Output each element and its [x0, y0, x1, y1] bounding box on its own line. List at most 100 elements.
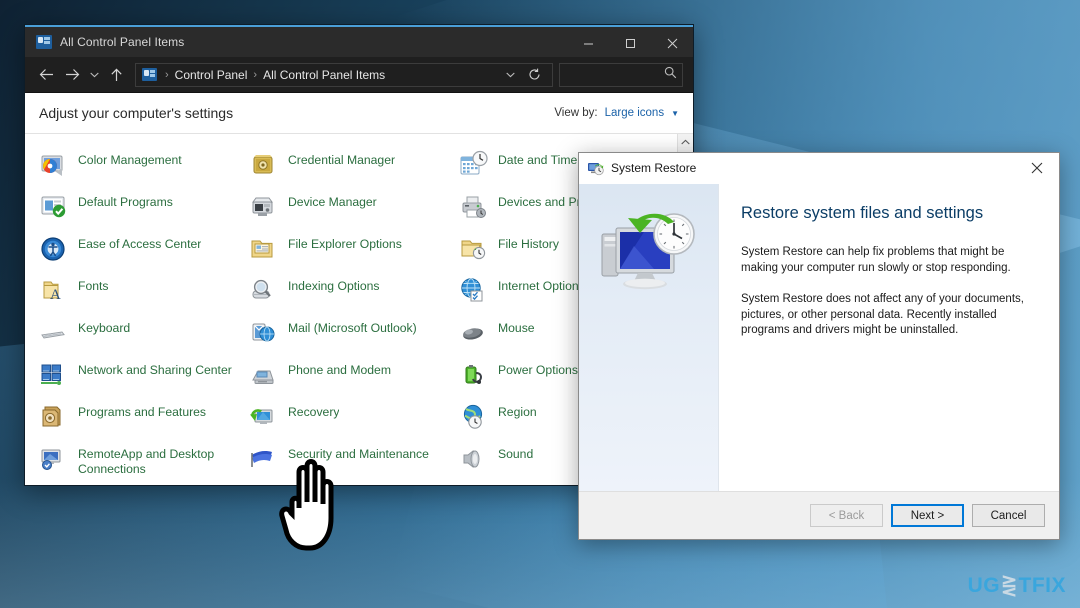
partial-item-icon-left — [39, 134, 249, 146]
close-icon[interactable] — [651, 27, 693, 59]
control-panel-header: Adjust your computer's settings View by:… — [25, 93, 693, 133]
address-bar[interactable]: › Control Panel › All Control Panel Item… — [135, 62, 553, 87]
dialog-main: Restore system files and settings System… — [719, 184, 1059, 491]
breadcrumb-separator: › — [253, 68, 258, 81]
partial-item-icon-right: (Windows 7) — [459, 134, 669, 146]
control-panel-icon — [142, 68, 157, 81]
dialog-heading: Restore system files and settings — [741, 204, 984, 222]
mail-icon — [249, 318, 279, 348]
power-options-icon — [459, 360, 489, 390]
breadcrumb-separator: › — [165, 68, 169, 81]
region-icon — [459, 402, 489, 432]
window-title: All Control Panel Items — [60, 35, 185, 49]
cancel-button[interactable]: Cancel — [972, 504, 1045, 527]
indexing-options-icon — [249, 276, 279, 306]
refresh-icon[interactable] — [522, 64, 546, 86]
control-panel-item-phone-and-modem[interactable]: Phone and Modem — [249, 356, 459, 398]
control-panel-item-label: Internet Options — [498, 279, 585, 293]
view-by-control[interactable]: View by: Large icons ▼ — [554, 107, 679, 119]
control-panel-item-ease-of-access[interactable]: Ease of Access Center — [39, 230, 249, 272]
search-icon[interactable] — [664, 66, 677, 84]
window-controls — [567, 27, 693, 59]
programs-and-features-icon — [39, 402, 69, 432]
date-and-time-icon — [459, 150, 489, 180]
default-programs-icon — [39, 192, 69, 222]
control-panel-item-label: Network and Sharing Center — [78, 363, 232, 377]
internet-options-icon — [459, 276, 489, 306]
control-panel-item-mail[interactable]: Mail (Microsoft Outlook) — [249, 314, 459, 356]
desktop: All Control Panel Items › Control Panel … — [0, 0, 1080, 608]
control-panel-item-label: Power Options — [498, 363, 578, 377]
control-panel-item-label: RemoteApp and Desktop Connections — [78, 447, 215, 476]
control-panel-item-color-management[interactable]: Color Management — [39, 146, 249, 188]
control-panel-item-keyboard[interactable]: Keyboard — [39, 314, 249, 356]
forward-arrow-icon[interactable] — [59, 61, 85, 89]
watermark-part2: TFIX — [1018, 574, 1066, 597]
sound-icon — [459, 444, 489, 474]
control-panel-item-label: Credential Manager — [288, 153, 396, 167]
minimize-icon[interactable] — [567, 27, 609, 59]
ugetfix-watermark: UG ⋛ TFIX — [968, 574, 1066, 598]
control-panel-item-label: Phone and Modem — [288, 363, 391, 377]
control-panel-item-label: Date and Time — [498, 153, 578, 167]
watermark-glyph: ⋛ — [1001, 575, 1018, 597]
color-management-icon — [39, 150, 69, 180]
control-panel-item-label: Recovery — [288, 405, 340, 419]
control-panel-item-network-sharing[interactable]: Network and Sharing Center — [39, 356, 249, 398]
watermark-part1: UG — [967, 574, 1001, 597]
control-panel-item-label: Default Programs — [78, 195, 173, 209]
navigation-bar: › Control Panel › All Control Panel Item… — [25, 57, 693, 93]
breadcrumb-control-panel[interactable]: Control Panel — [175, 68, 248, 82]
remoteapp-icon — [39, 444, 69, 474]
scroll-up-icon[interactable] — [678, 134, 693, 150]
view-by-value[interactable]: Large icons — [605, 107, 664, 119]
devices-and-printers-icon — [459, 192, 489, 222]
dialog-illustration-panel — [579, 184, 719, 491]
control-panel-item-label: Device Manager — [288, 195, 377, 209]
chevron-down-icon[interactable] — [498, 64, 522, 86]
control-panel-item-label: File Explorer Options — [288, 237, 402, 251]
partial-item-icon-center — [249, 134, 279, 138]
device-manager-icon — [249, 192, 279, 222]
maximize-icon[interactable] — [609, 27, 651, 59]
control-panel-item-label: Mail (Microsoft Outlook) — [288, 321, 417, 335]
back-button[interactable]: < Back — [810, 504, 883, 527]
chevron-down-icon[interactable]: ▼ — [671, 109, 679, 118]
control-panel-item-label: Keyboard — [78, 321, 131, 335]
window-titlebar[interactable]: All Control Panel Items — [25, 25, 693, 57]
control-panel-item-label: Mouse — [498, 321, 535, 335]
close-icon[interactable] — [1015, 153, 1059, 183]
next-button[interactable]: Next > — [891, 504, 964, 527]
partial-item-icon-center — [249, 134, 459, 146]
search-box[interactable] — [559, 62, 683, 87]
dialog-paragraph-2: System Restore does not affect any of yo… — [741, 293, 1024, 336]
control-panel-item-default-programs[interactable]: Default Programs — [39, 188, 249, 230]
control-panel-item-remoteapp[interactable]: RemoteApp and Desktop Connections — [39, 440, 249, 482]
chevron-down-icon[interactable] — [85, 61, 103, 89]
dialog-content: Restore system files and settings System… — [579, 183, 1059, 491]
breadcrumb-all-control-panel-items[interactable]: All Control Panel Items — [263, 68, 385, 82]
control-panel-icon — [36, 35, 52, 49]
control-panel-item-security-and-maintenance[interactable]: Security and Maintenance — [249, 440, 459, 482]
control-panel-item-indexing-options[interactable]: Indexing Options — [249, 272, 459, 314]
control-panel-item-fonts[interactable]: A Fonts — [39, 272, 249, 314]
partial-item-icon-right — [459, 134, 489, 138]
control-panel-item-programs-and-features[interactable]: Programs and Features — [39, 398, 249, 440]
system-restore-icon — [587, 160, 604, 177]
page-title: Adjust your computer's settings — [39, 105, 234, 121]
up-arrow-icon[interactable] — [103, 61, 129, 89]
control-panel-item-label: Color Management — [78, 153, 182, 167]
control-panel-item-label: Indexing Options — [288, 279, 380, 293]
back-arrow-icon[interactable] — [33, 61, 59, 89]
fonts-icon: A — [39, 276, 69, 306]
control-panel-item-device-manager[interactable]: Device Manager — [249, 188, 459, 230]
control-panel-item-file-explorer-options[interactable]: File Explorer Options — [249, 230, 459, 272]
control-panel-item-credential-manager[interactable]: Credential Manager — [249, 146, 459, 188]
control-panel-item-label: Security and Maintenance — [288, 447, 429, 461]
control-panel-item-recovery[interactable]: Recovery — [249, 398, 459, 440]
recovery-icon — [249, 402, 279, 432]
search-input[interactable] — [565, 68, 664, 81]
dialog-titlebar[interactable]: System Restore — [579, 153, 1059, 183]
dialog-paragraph-1: System Restore can help fix problems tha… — [741, 246, 1011, 274]
mouse-icon — [459, 318, 489, 348]
